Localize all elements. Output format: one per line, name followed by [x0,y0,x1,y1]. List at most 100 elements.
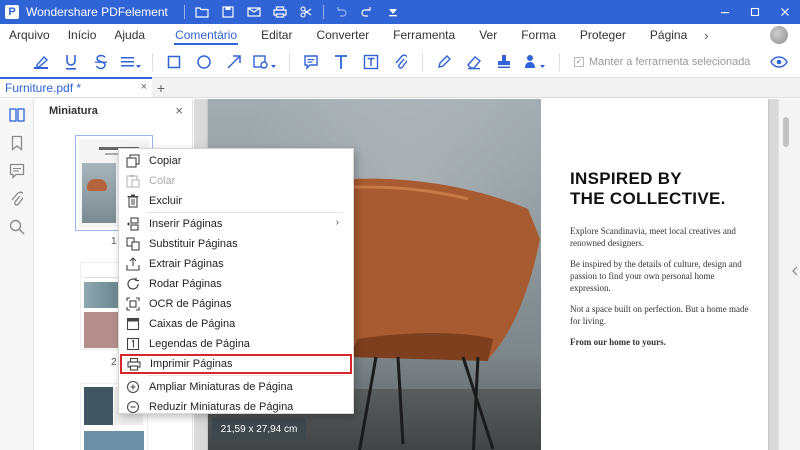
context-item-extract-pages[interactable]: Extrair Páginas [119,254,353,274]
page-paragraph-3: Not a space built on perfection. But a h… [570,304,749,326]
menu-inicio[interactable]: Início [59,24,106,46]
save-icon[interactable] [215,0,241,24]
avatar[interactable] [770,26,788,44]
close-window-icon[interactable] [770,0,800,24]
page-number-2: 2 [111,357,117,368]
thumbnails-panel-icon[interactable] [0,101,34,129]
highlight-icon[interactable] [26,48,56,76]
menu-bar: Arquivo Início Ajuda Comentário Editar C… [0,24,800,46]
text-markup-dropdown-icon[interactable] [116,48,146,76]
eye-icon[interactable] [764,48,794,76]
print-icon [122,354,146,374]
app-logo-icon: P [0,0,24,24]
comments-panel-icon[interactable] [0,157,34,185]
search-icon[interactable] [0,213,34,241]
minimize-icon[interactable] [710,0,740,24]
page-paragraph-1: Explore Scandinavia, meet local creative… [570,226,736,248]
open-folder-icon[interactable] [189,0,215,24]
attachment-icon[interactable] [386,48,416,76]
divider [147,212,343,213]
menu-converter[interactable]: Converter [307,24,378,46]
divider [183,5,185,19]
page-labels-icon [121,334,145,354]
scissors-icon[interactable] [293,0,319,24]
trash-icon [121,191,145,211]
print-icon[interactable] [267,0,293,24]
menu-comentario[interactable]: Comentário [166,24,246,46]
context-item-rotate-pages[interactable]: Rodar Páginas [119,274,353,294]
rotate-icon [121,274,145,294]
context-item-page-boxes[interactable]: Caixas de Página [119,314,353,334]
context-item-insert-pages[interactable]: Inserir Páginas › [119,214,353,234]
context-item-page-labels[interactable]: Legendas de Página [119,334,353,354]
pencil-icon[interactable] [429,48,459,76]
stamp-icon[interactable] [489,48,519,76]
attachments-panel-icon[interactable] [0,185,34,213]
zoom-in-icon [121,377,145,397]
close-panel-icon[interactable]: × [175,103,183,118]
context-item-enlarge-thumbnails[interactable]: Ampliar Miniaturas de Página [119,377,353,397]
thumbnail-panel-title: Miniatura [49,105,98,117]
app-title: Wondershare PDFelement [26,5,168,19]
close-tab-icon[interactable]: × [141,81,147,93]
redo-icon[interactable] [354,0,380,24]
page-number-1: 1 [111,236,117,247]
keep-tool-label: Manter a ferramenta selecionada [589,55,751,68]
keep-tool-checkbox[interactable]: ✓ [574,56,584,67]
context-item-ocr-pages[interactable]: OCR de Páginas [119,294,353,314]
divider [322,5,324,19]
divider [289,52,290,71]
document-tab-bar: Furniture.pdf * × + [0,77,800,98]
ocr-icon [121,294,145,314]
vertical-scrollbar[interactable] [778,99,800,450]
app-window: P Wondershare PDFelement Arquivo Início … [0,0,800,450]
note-icon[interactable] [296,48,326,76]
underline-icon[interactable] [56,48,86,76]
scrollbar-thumb[interactable] [783,117,789,147]
oval-icon[interactable] [189,48,219,76]
signature-dropdown-icon[interactable] [519,48,553,76]
context-item-replace-pages[interactable]: Substituir Páginas [119,234,353,254]
email-icon[interactable] [241,0,267,24]
menu-arquivo[interactable]: Arquivo [0,24,59,46]
tab-furniture-pdf[interactable]: Furniture.pdf * × [0,77,152,97]
context-item-delete[interactable]: Excluir [119,191,353,211]
context-item-print-pages[interactable]: Imprimir Páginas [120,354,352,374]
context-item-paste[interactable]: Colar [119,171,353,191]
menu-proteger[interactable]: Proteger [571,24,635,46]
thumbnail-panel-header: Miniatura × [35,99,192,123]
page-paragraph-4: From our home to yours. [570,337,666,347]
maximize-icon[interactable] [740,0,770,24]
divider [152,52,153,71]
right-panel-toggle-icon[interactable] [792,266,800,280]
quick-access-toolbar [180,0,406,24]
eraser-icon[interactable] [459,48,489,76]
keep-tool-option[interactable]: ✓ Manter a ferramenta selecionada [574,56,750,68]
customize-dropdown-icon[interactable] [380,0,406,24]
undo-icon[interactable] [328,0,354,24]
divider [422,52,423,71]
context-item-copy[interactable]: Copiar [119,151,353,171]
typewriter-icon[interactable] [326,48,356,76]
zoom-out-icon [121,397,145,417]
menu-more-chevron-icon[interactable]: › [696,28,716,43]
menu-ver[interactable]: Ver [470,24,506,46]
strikethrough-icon[interactable] [86,48,116,76]
page-heading-line2: THE COLLECTIVE. [570,189,726,208]
add-tab-icon[interactable]: + [152,79,170,97]
page-boxes-icon [121,314,145,334]
menu-editar[interactable]: Editar [252,24,301,46]
arrow-icon[interactable] [219,48,249,76]
rectangle-icon[interactable] [159,48,189,76]
bookmark-icon[interactable] [0,129,34,157]
menu-pagina[interactable]: Página [641,24,696,46]
context-item-reduce-thumbnails[interactable]: Reduzir Miniaturas de Página [119,397,353,417]
shapes-dropdown-icon[interactable] [249,48,283,76]
text-box-icon[interactable] [356,48,386,76]
menu-ferramenta[interactable]: Ferramenta [384,24,464,46]
replace-pages-icon [121,234,145,254]
comment-toolbar: ✓ Manter a ferramenta selecionada [0,46,800,78]
left-sidebar [0,99,34,450]
menu-ajuda[interactable]: Ajuda [105,24,154,46]
menu-forma[interactable]: Forma [512,24,565,46]
